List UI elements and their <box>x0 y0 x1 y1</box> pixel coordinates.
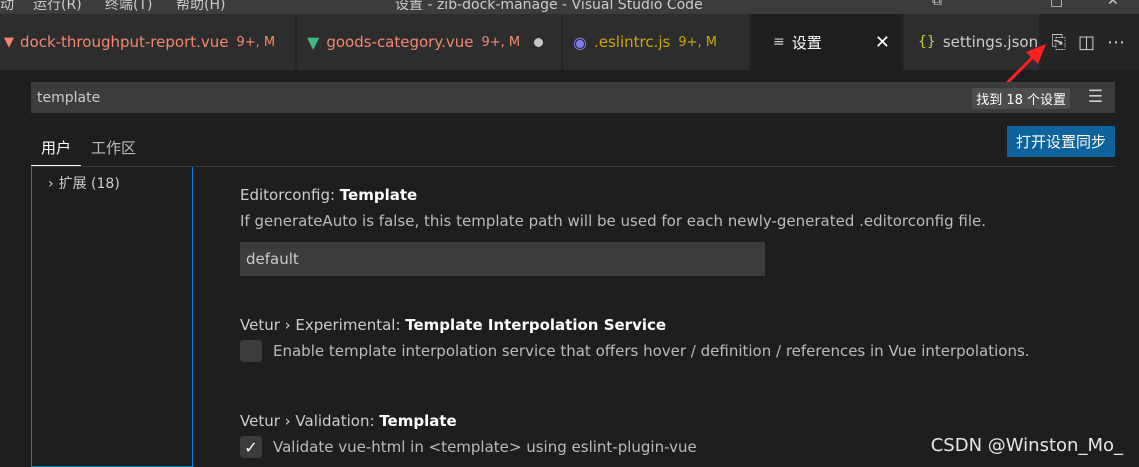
setting-description: If generateAuto is false, this template … <box>240 212 987 230</box>
menu-item-help[interactable]: 帮助(H) <box>176 0 225 14</box>
tab-workspace[interactable]: 工作区 <box>81 134 146 166</box>
checkbox-row: ✓ Validate vue-html in <template> using … <box>240 436 697 458</box>
setting-title: Vetur › Validation: Template <box>240 412 697 430</box>
watermark: CSDN @Winston_Mo_ <box>930 435 1123 456</box>
setting-description: Enable template interpolation service th… <box>273 342 1030 360</box>
setting-category: Editorconfig: <box>240 186 340 204</box>
chevron-right-icon: › <box>48 176 54 192</box>
tab-label: 设置 <box>791 33 822 52</box>
result-count-badge: 找到 18 个设置 <box>972 88 1070 109</box>
settings-list-icon: ≡ <box>773 34 785 50</box>
tab-status: 9+, M <box>236 34 276 50</box>
editor-actions: ⎘ ◫ ⋯ <box>1051 14 1139 70</box>
title-bar: 动 运行(R) 终端(T) 帮助(H) 设置 - zib-dock-manage… <box>0 0 1139 14</box>
scope-tabs: 用户 工作区 <box>31 134 146 166</box>
maximize-icon[interactable]: □ <box>1050 0 1063 9</box>
tab-user[interactable]: 用户 <box>31 134 82 166</box>
settings-toc-tree: › 扩展 (18) <box>31 167 193 467</box>
layout-icon[interactable]: ⧉ <box>932 0 942 9</box>
tab-goods-category[interactable]: ▼ goods-category.vue 9+, M <box>297 14 562 70</box>
setting-editorconfig-template: Editorconfig: Template If generateAuto i… <box>240 186 986 276</box>
tab-label: goods-category.vue <box>326 33 474 51</box>
settings-search-box: 找到 18 个设置 ☰ <box>31 82 1115 113</box>
split-editor-icon[interactable]: ◫ <box>1078 32 1095 53</box>
close-icon[interactable]: ✕ <box>875 32 890 53</box>
json-braces-icon: {} <box>918 34 936 50</box>
editorconfig-template-input[interactable] <box>240 242 765 276</box>
setting-vetur-template-interpolation: Vetur › Experimental: Template Interpola… <box>240 316 1030 362</box>
template-interpolation-checkbox[interactable] <box>240 340 262 362</box>
setting-title: Vetur › Experimental: Template Interpola… <box>240 316 1030 334</box>
tab-label: dock-throughput-report.vue <box>20 33 229 51</box>
close-window-icon[interactable]: ✕ <box>1107 0 1119 9</box>
divider <box>31 166 1115 167</box>
tree-item-label: 扩展 (18) <box>58 176 120 192</box>
tab-dock-throughput-report[interactable]: ▼ dock-throughput-report.vue 9+, M <box>0 14 296 70</box>
open-settings-sync-button[interactable]: 打开设置同步 <box>1007 126 1115 157</box>
setting-category: Vetur › Validation: <box>240 412 380 430</box>
settings-search-input[interactable] <box>37 89 837 106</box>
setting-category: Vetur › Experimental: <box>240 316 406 334</box>
setting-description: Validate vue-html in <template> using es… <box>273 438 697 456</box>
check-icon: ✓ <box>244 437 258 457</box>
tab-label: .eslintrc.js <box>593 33 671 51</box>
more-actions-icon[interactable]: ⋯ <box>1107 32 1125 53</box>
tab-eslintrc[interactable]: ◉ .eslintrc.js 9+, M <box>563 14 750 70</box>
setting-name: Template Interpolation Service <box>405 316 667 334</box>
tab-status: 9+, M <box>481 34 521 50</box>
menu-item-terminal[interactable]: 终端(T) <box>105 0 152 14</box>
unsaved-dot-icon[interactable] <box>534 37 543 47</box>
checkbox-row: Enable template interpolation service th… <box>240 340 1030 362</box>
eslint-icon: ◉ <box>573 32 587 52</box>
menu-item-edge[interactable]: 动 <box>0 0 14 14</box>
tab-status: 9+, M <box>678 34 717 50</box>
tab-settings[interactable]: ≡ 设置 ✕ <box>751 14 903 70</box>
tree-item-extensions[interactable]: › 扩展 (18) <box>48 173 120 193</box>
setting-name: Template <box>379 412 457 430</box>
validation-template-checkbox[interactable]: ✓ <box>240 436 262 458</box>
menu-item-run[interactable]: 运行(R) <box>33 0 82 14</box>
filter-icon[interactable]: ☰ <box>1088 87 1103 107</box>
setting-name: Template <box>339 186 418 204</box>
editor-tab-bar: ▼ dock-throughput-report.vue 9+, M ▼ goo… <box>0 14 1139 70</box>
vue-icon: ▼ <box>4 34 14 50</box>
vue-icon: ▼ <box>307 32 320 52</box>
setting-title: Editorconfig: Template <box>240 186 986 204</box>
setting-vetur-validation-template: Vetur › Validation: Template ✓ Validate … <box>240 412 697 458</box>
window-title: 设置 - zib-dock-manage - Visual Studio Cod… <box>395 0 703 13</box>
